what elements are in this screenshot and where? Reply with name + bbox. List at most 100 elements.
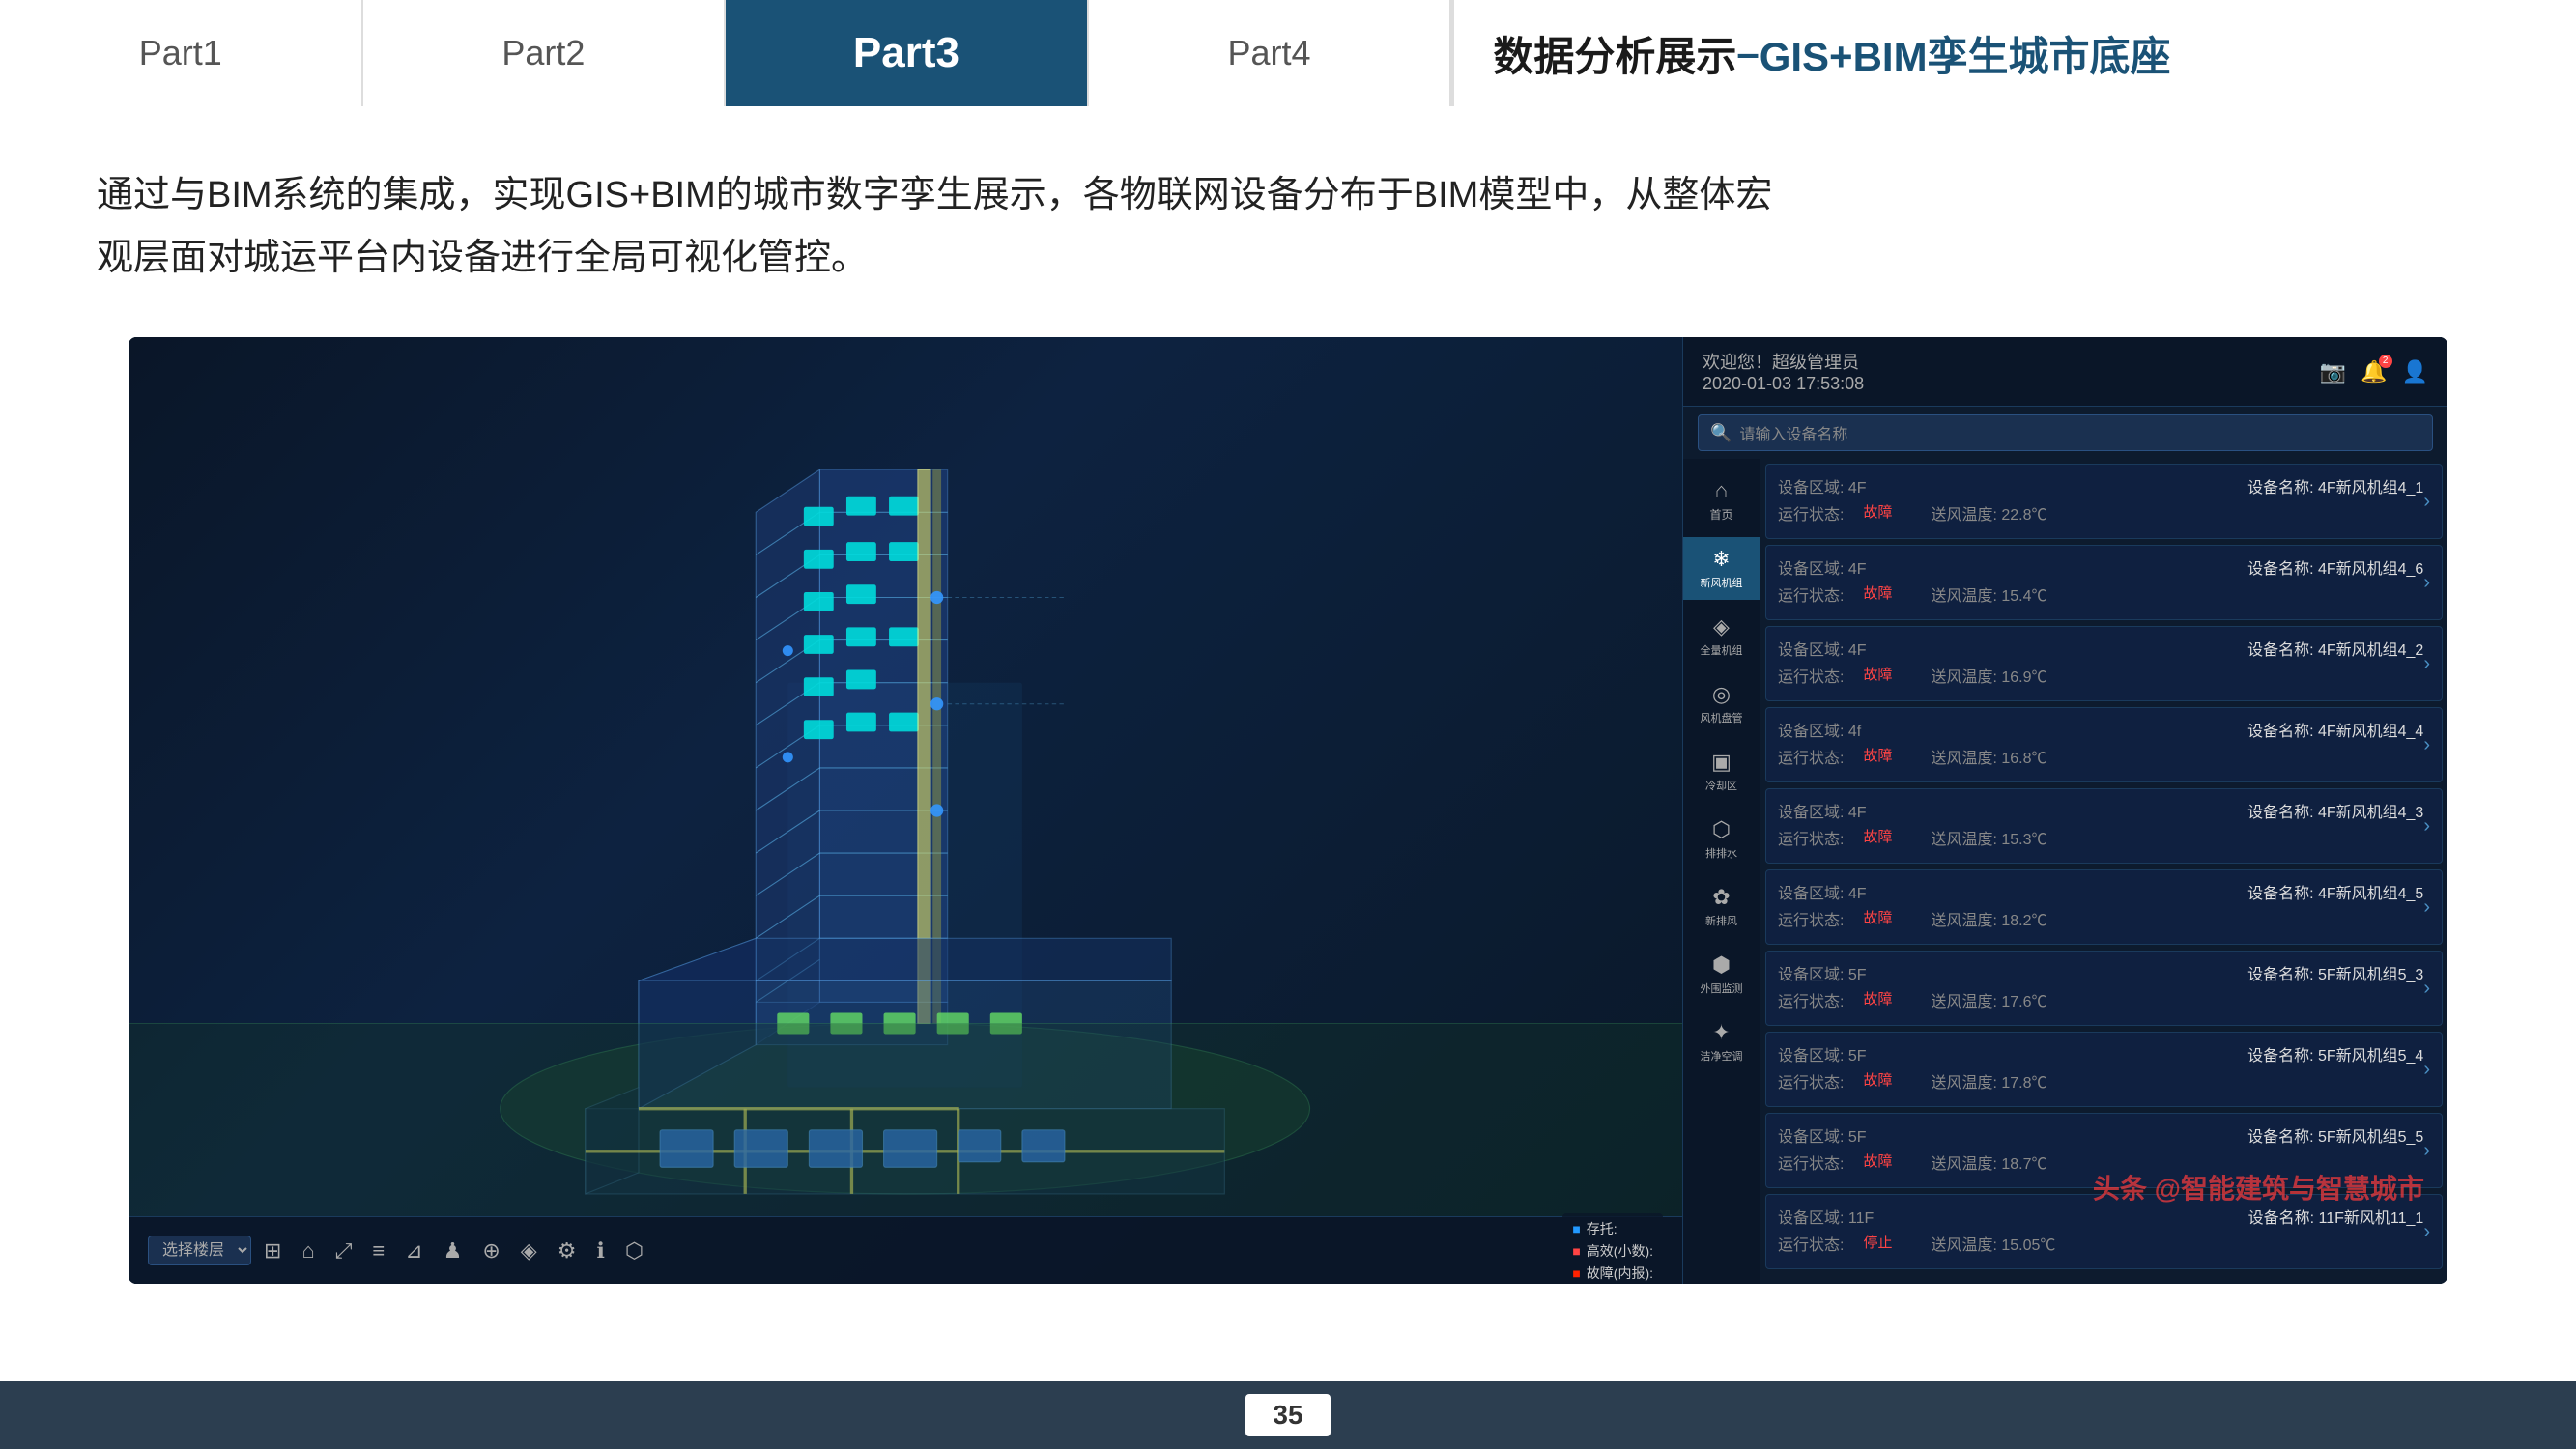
- sidenav-quanliang-label: 全量机组: [1701, 642, 1743, 658]
- sidenav-paishui-label: 排排水: [1705, 845, 1737, 861]
- sidenav-fengji[interactable]: ◎ 风机盘管: [1683, 672, 1760, 735]
- device-item[interactable]: 设备区域: 4F 设备名称: 4F新风机组4_3 运行状态: 故障 送风温度: …: [1765, 788, 2443, 864]
- sidenav-home-label: 首页: [1709, 506, 1732, 523]
- device-info: 设备区域: 4F 设备名称: 4F新风机组4_1 运行状态: 故障 送风温度: …: [1778, 474, 2423, 528]
- device-info: 设备区域: 4F 设备名称: 4F新风机组4_5 运行状态: 故障 送风温度: …: [1778, 880, 2423, 934]
- ventilation-icon: ✿: [1712, 885, 1730, 910]
- floor-select[interactable]: 选择楼层: [148, 1236, 251, 1265]
- device-item[interactable]: 设备区域: 4F 设备名称: 4F新风机组4_1 运行状态: 故障 送风温度: …: [1765, 464, 2443, 539]
- device-arrow-icon: ›: [2423, 978, 2430, 1000]
- page-number: 35: [1245, 1394, 1330, 1436]
- cleanroom-icon: ✦: [1712, 1020, 1730, 1045]
- device-arrow-icon: ›: [2423, 1140, 2430, 1162]
- nav-part2[interactable]: Part2: [363, 0, 727, 106]
- fan-icon: ◎: [1712, 682, 1731, 707]
- nav-part1[interactable]: Part1: [0, 0, 363, 106]
- device-info: 设备区域: 4F 设备名称: 4F新风机组4_2 运行状态: 故障 送风温度: …: [1778, 637, 2423, 691]
- device-info: 设备区域: 4F 设备名称: 4F新风机组4_3 运行状态: 故障 送风温度: …: [1778, 799, 2423, 853]
- device-list: 设备区域: 4F 设备名称: 4F新风机组4_1 运行状态: 故障 送风温度: …: [1760, 459, 2447, 1284]
- sidenav-xinfeng[interactable]: ✿ 新排风: [1683, 875, 1760, 938]
- datetime-display: 2020-01-03 17:53:08: [1703, 374, 1864, 394]
- sidenav-home[interactable]: ⌂ 首页: [1683, 469, 1760, 532]
- panel-body: ⌂ 首页 ❄ 新风机组 ◈ 全量机组 ◎ 风机盘管: [1683, 459, 2447, 1284]
- device-info: 设备区域: 11F 设备名称: 11F新风机11_1 运行状态: 停止 送风温度…: [1778, 1205, 2423, 1259]
- right-panel: 欢迎您！超级管理员 2020-01-03 17:53:08 📷 🔔 2 👤 🔍 …: [1682, 337, 2447, 1284]
- legend-dot-2: ■: [1572, 1243, 1580, 1259]
- layer-icon[interactable]: ◈: [513, 1234, 545, 1268]
- device-info: 设备区域: 4F 设备名称: 4F新风机组4_6 运行状态: 故障 送风温度: …: [1778, 555, 2423, 610]
- user-icon[interactable]: 👤: [2402, 359, 2428, 384]
- device-item[interactable]: 设备区域: 5F 设备名称: 5F新风机组5_3 运行状态: 故障 送风温度: …: [1765, 951, 2443, 1026]
- description-text: 通过与BIM系统的集成，实现GIS+BIM的城市数字孪生展示，各物联网设备分布于…: [97, 164, 2479, 289]
- sidenav-kongtiao-label: 洁净空调: [1701, 1048, 1743, 1064]
- device-arrow-icon: ›: [2423, 1059, 2430, 1081]
- sidenav-fengji-label: 风机盘管: [1701, 710, 1743, 725]
- search-icon: 🔍: [1710, 423, 1732, 443]
- bim-screenshot: 欢迎您！超级管理员 2020-01-03 17:53:08 📷 🔔 2 👤 🔍 …: [129, 337, 2447, 1284]
- device-arrow-icon: ›: [2423, 1221, 2430, 1243]
- person-icon[interactable]: ♟: [436, 1234, 471, 1268]
- sidenav-lengque-label: 冷却区: [1705, 778, 1737, 793]
- hex-icon[interactable]: ⬡: [617, 1234, 651, 1268]
- right-top-bar: 欢迎您！超级管理员 2020-01-03 17:53:08 📷 🔔 2 👤: [1683, 337, 2447, 407]
- device-arrow-icon: ›: [2423, 491, 2430, 513]
- sidenav-kongtiao[interactable]: ✦ 洁净空调: [1683, 1010, 1760, 1073]
- main-content: 通过与BIM系统的集成，实现GIS+BIM的城市数字孪生展示，各物联网设备分布于…: [0, 106, 2576, 1322]
- device-item[interactable]: 设备区域: 4f 设备名称: 4F新风机组4_4 运行状态: 故障 送风温度: …: [1765, 707, 2443, 782]
- sidenav-xinfeng-label: 新排风: [1705, 913, 1737, 928]
- legend-label-2: 高效(小数):: [1587, 1241, 1653, 1261]
- side-navigation: ⌂ 首页 ❄ 新风机组 ◈ 全量机组 ◎ 风机盘管: [1683, 459, 1760, 1284]
- corner-icon[interactable]: ⊿: [397, 1234, 430, 1268]
- legend-dot-1: ■: [1572, 1221, 1580, 1236]
- drain-icon: ⬡: [1712, 817, 1731, 842]
- sidenav-paishui[interactable]: ⬡ 排排水: [1683, 808, 1760, 870]
- full-icon: ◈: [1713, 614, 1730, 639]
- ac-icon: ❄: [1712, 547, 1730, 572]
- gis-floor: [129, 1023, 1682, 1216]
- list-icon[interactable]: ≡: [364, 1234, 392, 1268]
- top-icons: 📷 🔔 2 👤: [2320, 359, 2428, 384]
- nav-part4[interactable]: Part4: [1089, 0, 1452, 106]
- device-arrow-icon: ›: [2423, 653, 2430, 675]
- building-icon[interactable]: ⌂: [294, 1234, 322, 1268]
- device-arrow-icon: ›: [2423, 572, 2430, 594]
- page-title: 数据分析展示 – GIS+BIM孪生城市底座: [1451, 0, 2576, 106]
- sidenav-xinfengji-label: 新风机组: [1701, 575, 1743, 590]
- target-icon[interactable]: ⊕: [474, 1234, 507, 1268]
- welcome-text: 欢迎您！超级管理员: [1703, 349, 1864, 374]
- camera-icon[interactable]: 📷: [2320, 359, 2346, 384]
- device-info: 设备区域: 4f 设备名称: 4F新风机组4_4 运行状态: 故障 送风温度: …: [1778, 718, 2423, 772]
- expand-icon[interactable]: ⤢: [328, 1234, 360, 1268]
- sidenav-xinfengji[interactable]: ❄ 新风机组: [1683, 537, 1760, 600]
- device-item[interactable]: 设备区域: 5F 设备名称: 5F新风机组5_4 运行状态: 故障 送风温度: …: [1765, 1032, 2443, 1107]
- device-info: 设备区域: 5F 设备名称: 5F新风机组5_4 运行状态: 故障 送风温度: …: [1778, 1042, 2423, 1096]
- device-info: 设备区域: 5F 设备名称: 5F新风机组5_3 运行状态: 故障 送风温度: …: [1778, 961, 2423, 1015]
- legend-dot-3: ■: [1572, 1265, 1580, 1281]
- bell-icon[interactable]: 🔔 2: [2361, 359, 2387, 384]
- bottom-toolbar: 选择楼层 ⊞ ⌂ ⤢ ≡ ⊿ ♟ ⊕ ◈ ⚙ ℹ ⬡ ■ 存托: ■ 高效(小数…: [129, 1216, 1682, 1284]
- device-item[interactable]: 设备区域: 4F 设备名称: 4F新风机组4_2 运行状态: 故障 送风温度: …: [1765, 626, 2443, 701]
- grid-icon[interactable]: ⊞: [256, 1234, 289, 1268]
- sidenav-waiwei[interactable]: ⬢ 外围监测: [1683, 943, 1760, 1006]
- device-arrow-icon: ›: [2423, 896, 2430, 919]
- legend-label-3: 故障(内报):: [1587, 1264, 1653, 1283]
- watermark: 头条 @智能建筑与智慧城市: [2093, 1168, 2424, 1207]
- nav-part3[interactable]: Part3: [726, 0, 1089, 106]
- exterior-icon: ⬢: [1712, 952, 1731, 978]
- legend-label-1: 存托:: [1587, 1219, 1617, 1238]
- cold-icon: ▣: [1711, 750, 1732, 775]
- info-icon[interactable]: ℹ: [588, 1234, 612, 1268]
- device-item[interactable]: 设备区域: 4F 设备名称: 4F新风机组4_5 运行状态: 故障 送风温度: …: [1765, 869, 2443, 945]
- device-arrow-icon: ›: [2423, 815, 2430, 838]
- search-placeholder: 请输入设备名称: [1739, 421, 1847, 444]
- device-arrow-icon: ›: [2423, 734, 2430, 756]
- sidenav-waiwei-label: 外围监测: [1701, 980, 1743, 996]
- legend: ■ 存托: ■ 高效(小数): ■ 故障(内报):: [1562, 1213, 1663, 1285]
- search-bar[interactable]: 🔍 请输入设备名称: [1698, 414, 2433, 451]
- sidenav-lengque[interactable]: ▣ 冷却区: [1683, 740, 1760, 803]
- sidenav-quanliang[interactable]: ◈ 全量机组: [1683, 605, 1760, 668]
- gear-icon[interactable]: ⚙: [550, 1234, 585, 1268]
- device-item[interactable]: 设备区域: 4F 设备名称: 4F新风机组4_6 运行状态: 故障 送风温度: …: [1765, 545, 2443, 620]
- page-number-bar: 35: [0, 1381, 2576, 1449]
- top-navigation: Part1 Part2 Part3 Part4 数据分析展示 – GIS+BIM…: [0, 0, 2576, 106]
